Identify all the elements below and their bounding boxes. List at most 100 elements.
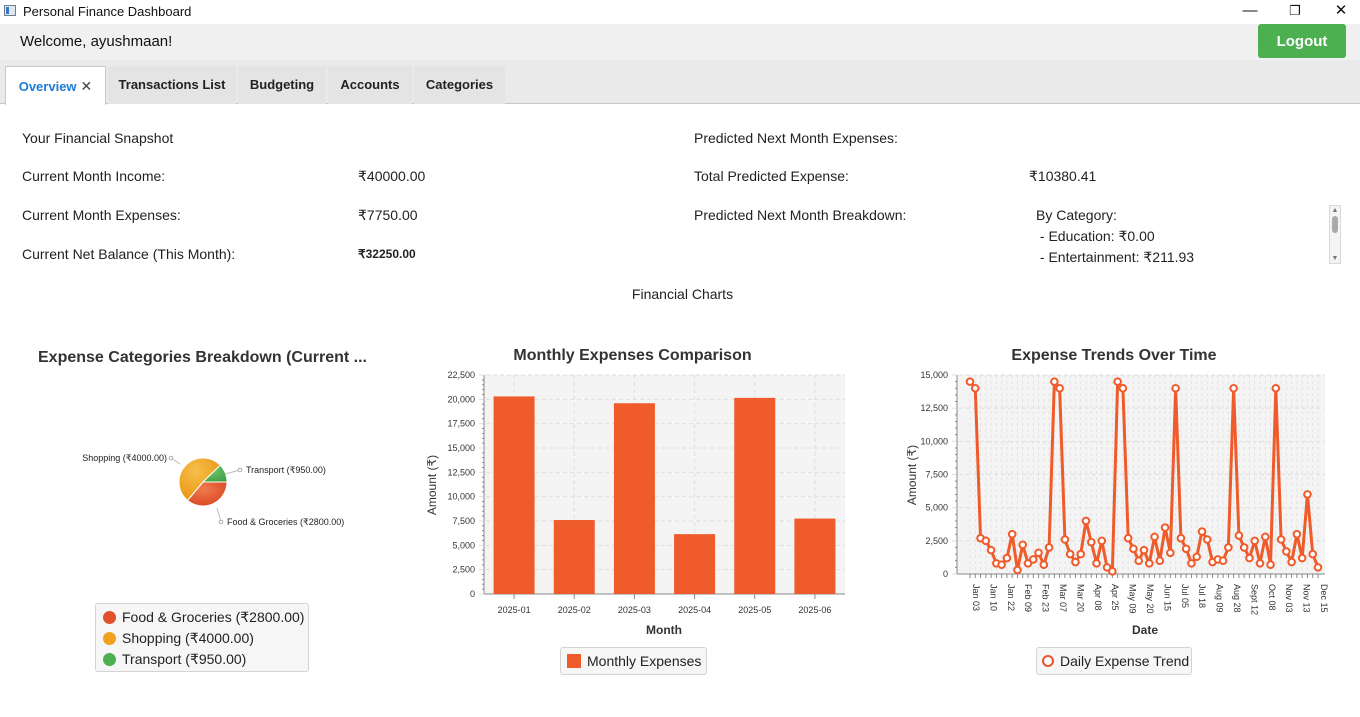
line-point <box>1034 548 1043 558</box>
legend-label: Monthly Expenses <box>587 653 702 669</box>
line-point <box>1113 377 1122 386</box>
line-point <box>1039 560 1049 570</box>
legend-item-transport: Transport (₹950.00) <box>103 651 246 668</box>
line-x-tick-label: Aug 28 <box>1232 584 1242 613</box>
bar <box>674 534 716 594</box>
charts-heading: Financial Charts <box>631 286 734 302</box>
bar-legend: Monthly Expenses <box>560 647 707 675</box>
net-balance-label: Current Net Balance (This Month): <box>22 246 236 262</box>
line-point <box>1065 549 1075 559</box>
tab-transactions-list[interactable]: Transactions List <box>108 66 236 104</box>
tab-budgeting[interactable]: Budgeting <box>238 66 326 104</box>
line-point <box>997 560 1006 570</box>
line-y-tick-label: 12,500 <box>920 403 948 413</box>
tab-overview[interactable]: Overview ✕ <box>5 66 106 105</box>
bar-x-tick-label: 2025-02 <box>558 605 591 615</box>
line-y-axis-label: Amount (₹) <box>905 445 919 505</box>
line-x-tick-label: Jun 15 <box>1162 584 1172 611</box>
line-point <box>1224 543 1233 552</box>
tab-categories[interactable]: Categories <box>414 66 505 104</box>
logout-button[interactable]: Logout <box>1258 24 1346 58</box>
bar-y-tick-label: 22,500 <box>447 370 475 380</box>
bar-y-tick-label: 5,000 <box>452 540 475 550</box>
bar <box>734 397 776 594</box>
line-x-tick-label: May 09 <box>1128 584 1138 614</box>
income-label: Current Month Income: <box>22 168 166 184</box>
scroll-thumb[interactable] <box>1332 216 1338 233</box>
legend-swatch <box>103 611 116 624</box>
pie-slice-label: Food & Groceries (₹2800.00) <box>227 517 344 527</box>
predicted-breakdown-textarea[interactable]: By Category: - Education: ₹0.00 - Entert… <box>1030 205 1342 263</box>
close-window-button[interactable]: ✕ <box>1318 0 1360 24</box>
line-point <box>1266 560 1275 570</box>
legend-label: Transport (₹950.00) <box>122 651 247 667</box>
legend-item-food: Food & Groceries (₹2800.00) <box>103 609 304 626</box>
income-value: ₹40000.00 <box>358 168 426 184</box>
scroll-down-icon[interactable]: ▼ <box>1331 255 1339 262</box>
line-point <box>1076 549 1086 559</box>
line-point <box>1297 553 1307 563</box>
line-y-tick-label: 2,500 <box>925 536 948 546</box>
line-y-tick-label: 0 <box>943 569 948 579</box>
line-point <box>1303 490 1312 499</box>
line-y-tick-label: 15,000 <box>920 370 948 380</box>
bar <box>493 396 535 594</box>
close-tab-icon[interactable]: ✕ <box>81 78 93 94</box>
line-y-tick-label: 5,000 <box>925 503 948 513</box>
restore-button[interactable]: ❐ <box>1272 0 1318 24</box>
pie-leader-line <box>224 469 241 475</box>
tab-accounts[interactable]: Accounts <box>328 66 412 104</box>
line-point <box>1071 557 1080 567</box>
line-point <box>1044 543 1054 552</box>
line-point <box>1160 523 1170 532</box>
line-point <box>1202 535 1212 544</box>
line-x-tick-label: Nov 13 <box>1302 584 1312 613</box>
legend-label: Shopping (₹4000.00) <box>122 630 254 646</box>
line-point <box>1276 535 1286 544</box>
bar-y-tick-label: 7,500 <box>452 516 475 526</box>
line-point <box>1308 549 1318 559</box>
line-point <box>1313 563 1323 572</box>
line-point <box>1129 544 1138 554</box>
line-y-tick-label: 7,500 <box>925 470 948 480</box>
net-balance-value: ₹32250.00 <box>358 247 416 261</box>
line-point <box>1155 556 1165 566</box>
line-point <box>1245 553 1254 563</box>
line-point <box>1118 383 1128 393</box>
bar-y-tick-label: 0 <box>470 589 475 599</box>
line-point <box>1229 383 1238 393</box>
bar-chart: 0 2,500 5,000 7,500 10,000 12,500 15,000 17,500… <box>425 370 845 637</box>
bar-y-axis-label: Amount (₹) <box>425 455 439 515</box>
window-titlebar: Personal Finance Dashboard — ❐ ✕ <box>0 0 1360 24</box>
line-x-tick-label: Apr 08 <box>1093 584 1103 611</box>
line-point <box>1166 548 1175 558</box>
predicted-breakdown-label: Predicted Next Month Breakdown: <box>694 207 907 223</box>
line-point <box>1234 531 1244 540</box>
app-header: Welcome, ayushmaan! Logout <box>0 24 1360 60</box>
line-x-tick-label: Nov 03 <box>1284 584 1294 613</box>
line-point <box>1255 559 1265 568</box>
line-x-tick-label: Dec 15 <box>1319 584 1329 613</box>
bar-y-tick-label: 20,000 <box>447 394 475 404</box>
bar-x-tick-label: 2025-04 <box>678 605 711 615</box>
legend-swatch <box>103 653 116 666</box>
line-point <box>1081 516 1091 526</box>
line-point <box>1060 535 1070 544</box>
line-point <box>1187 559 1196 568</box>
legend-swatch <box>1042 655 1054 667</box>
scroll-up-icon[interactable]: ▲ <box>1331 207 1339 214</box>
bar-x-tick-label: 2025-06 <box>798 605 831 615</box>
line-x-tick-label: Jul 05 <box>1180 584 1190 608</box>
line-chart-title: Expense Trends Over Time <box>1011 347 1217 364</box>
breakdown-scrollbar[interactable]: ▲ ▼ <box>1329 205 1341 264</box>
line-point <box>1097 536 1107 546</box>
legend-item-shopping: Shopping (₹4000.00) <box>103 630 254 647</box>
minimize-button[interactable]: — <box>1227 0 1273 24</box>
bar-x-tick-label: 2025-05 <box>738 605 771 615</box>
bar-y-tick-label: 2,500 <box>452 565 475 575</box>
bar-y-tick-label: 17,500 <box>447 419 475 429</box>
line-point <box>1271 383 1281 393</box>
line-point <box>986 545 996 555</box>
bar <box>613 403 655 594</box>
line-point <box>1018 540 1028 550</box>
